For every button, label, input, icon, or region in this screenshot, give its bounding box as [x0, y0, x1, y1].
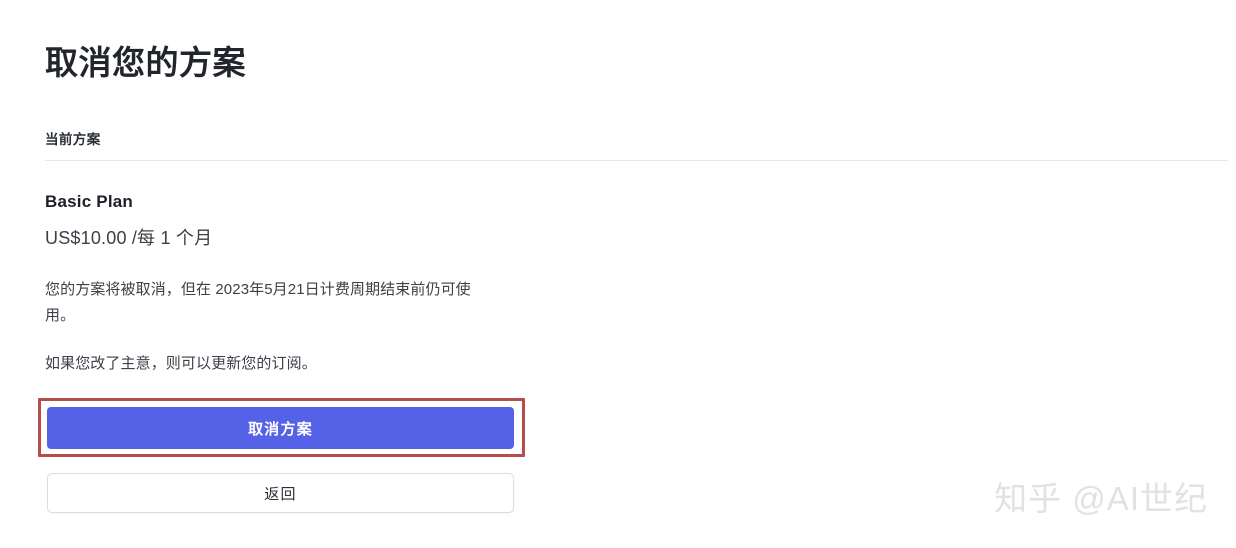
renew-notice-text: 如果您改了主意，则可以更新您的订阅。	[45, 355, 317, 372]
current-plan-section-label: 当前方案	[45, 132, 101, 147]
plan-price: US$10.00 /每 1 个月	[45, 228, 213, 248]
cancel-plan-button[interactable]: 取消方案	[47, 407, 514, 449]
page-title: 取消您的方案	[45, 44, 246, 82]
cancel-plan-page: 取消您的方案 当前方案 Basic Plan US$10.00 /每 1 个月 …	[0, 0, 1236, 548]
back-button[interactable]: 返回	[47, 473, 514, 513]
plan-name: Basic Plan	[45, 192, 133, 211]
watermark: 知乎 @AI世纪	[994, 480, 1208, 517]
cancellation-notice-text: 您的方案将被取消，但在 2023年5月21日计费周期结束前仍可使用。	[45, 281, 471, 324]
section-divider	[45, 160, 1228, 161]
